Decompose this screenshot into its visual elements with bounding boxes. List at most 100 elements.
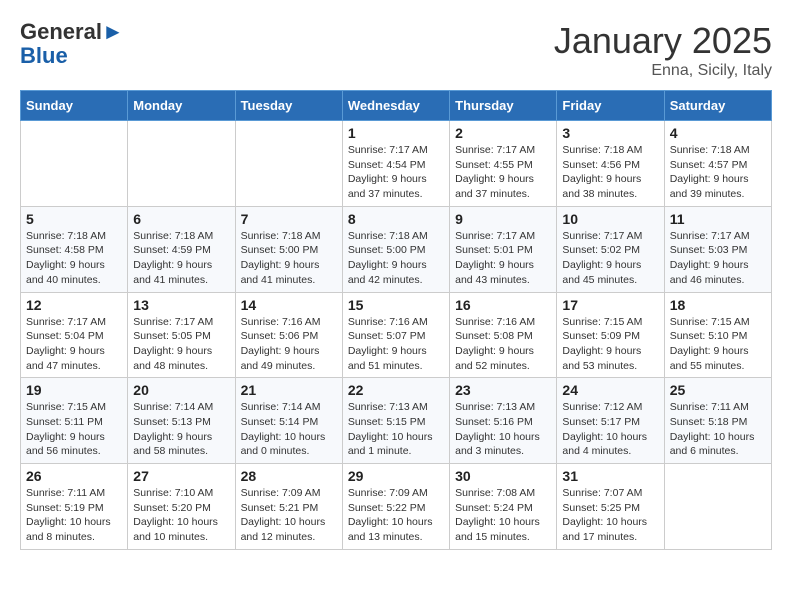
day-number: 7 [241, 211, 337, 227]
day-number: 26 [26, 468, 122, 484]
day-number: 31 [562, 468, 658, 484]
calendar-cell [664, 464, 771, 550]
day-info: Sunrise: 7:16 AM Sunset: 5:08 PM Dayligh… [455, 315, 551, 374]
day-info: Sunrise: 7:16 AM Sunset: 5:06 PM Dayligh… [241, 315, 337, 374]
calendar-cell: 18Sunrise: 7:15 AM Sunset: 5:10 PM Dayli… [664, 292, 771, 378]
weekday-header-monday: Monday [128, 91, 235, 121]
day-info: Sunrise: 7:18 AM Sunset: 5:00 PM Dayligh… [348, 229, 444, 288]
day-info: Sunrise: 7:13 AM Sunset: 5:16 PM Dayligh… [455, 400, 551, 459]
calendar-cell: 28 Sunrise: 7:09 AM Sunset: 5:21 PM Dayli… [235, 464, 342, 550]
day-info: Sunrise: 7:17 AM Sunset: 4:55 PM Dayligh… [455, 143, 551, 202]
calendar-cell: 27 Sunrise: 7:10 AM Sunset: 5:20 PM Dayli… [128, 464, 235, 550]
calendar-cell [128, 121, 235, 207]
day-info: Sunrise: 7:15 AM Sunset: 5:10 PM Dayligh… [670, 315, 766, 374]
calendar-cell: 12Sunrise: 7:17 AM Sunset: 5:04 PM Dayli… [21, 292, 128, 378]
week-row-4: 26 Sunrise: 7:11 AM Sunset: 5:19 PM Dayli… [21, 464, 772, 550]
day-info: Sunrise: 7:18 AM Sunset: 4:57 PM Dayligh… [670, 143, 766, 202]
calendar: SundayMondayTuesdayWednesdayThursdayFrid… [20, 90, 772, 550]
calendar-body: 1 Sunrise: 7:17 AM Sunset: 4:54 PM Daylig… [21, 121, 772, 550]
day-number: 24 [562, 382, 658, 398]
logo-general: General [20, 19, 102, 44]
day-info: Sunrise: 7:18 AM Sunset: 5:00 PM Dayligh… [241, 229, 337, 288]
day-info: Sunrise: 7:11 AM Sunset: 5:19 PM Dayligh… [26, 486, 122, 545]
day-info: Sunrise: 7:17 AM Sunset: 4:54 PM Dayligh… [348, 143, 444, 202]
calendar-cell: 21 Sunrise: 7:14 AM Sunset: 5:14 PM Dayli… [235, 378, 342, 464]
calendar-header: SundayMondayTuesdayWednesdayThursdayFrid… [21, 91, 772, 121]
day-number: 14 [241, 297, 337, 313]
weekday-header-saturday: Saturday [664, 91, 771, 121]
day-number: 15 [348, 297, 444, 313]
calendar-cell: 3 Sunrise: 7:18 AM Sunset: 4:56 PM Daylig… [557, 121, 664, 207]
weekday-header-tuesday: Tuesday [235, 91, 342, 121]
title-block: January 2025 Enna, Sicily, Italy [554, 20, 772, 80]
day-number: 28 [241, 468, 337, 484]
calendar-cell: 22Sunrise: 7:13 AM Sunset: 5:15 PM Dayli… [342, 378, 449, 464]
calendar-cell: 25 Sunrise: 7:11 AM Sunset: 5:18 PM Dayli… [664, 378, 771, 464]
day-number: 2 [455, 125, 551, 141]
calendar-cell: 29 Sunrise: 7:09 AM Sunset: 5:22 PM Dayli… [342, 464, 449, 550]
day-info: Sunrise: 7:18 AM Sunset: 4:59 PM Dayligh… [133, 229, 229, 288]
week-row-3: 19 Sunrise: 7:15 AM Sunset: 5:11 PM Dayli… [21, 378, 772, 464]
calendar-cell: 10Sunrise: 7:17 AM Sunset: 5:02 PM Dayli… [557, 206, 664, 292]
calendar-cell: 8 Sunrise: 7:18 AM Sunset: 5:00 PM Daylig… [342, 206, 449, 292]
calendar-cell: 23Sunrise: 7:13 AM Sunset: 5:16 PM Dayli… [450, 378, 557, 464]
weekday-header-friday: Friday [557, 91, 664, 121]
calendar-cell: 16 Sunrise: 7:16 AM Sunset: 5:08 PM Dayli… [450, 292, 557, 378]
day-number: 3 [562, 125, 658, 141]
day-info: Sunrise: 7:14 AM Sunset: 5:13 PM Dayligh… [133, 400, 229, 459]
logo-blue: Blue [20, 43, 68, 68]
day-number: 13 [133, 297, 229, 313]
day-number: 11 [670, 211, 766, 227]
weekday-header-sunday: Sunday [21, 91, 128, 121]
day-info: Sunrise: 7:17 AM Sunset: 5:03 PM Dayligh… [670, 229, 766, 288]
day-info: Sunrise: 7:16 AM Sunset: 5:07 PM Dayligh… [348, 315, 444, 374]
week-row-1: 5Sunrise: 7:18 AM Sunset: 4:58 PM Daylig… [21, 206, 772, 292]
day-number: 19 [26, 382, 122, 398]
day-number: 16 [455, 297, 551, 313]
day-info: Sunrise: 7:13 AM Sunset: 5:15 PM Dayligh… [348, 400, 444, 459]
calendar-cell: 7 Sunrise: 7:18 AM Sunset: 5:00 PM Daylig… [235, 206, 342, 292]
day-number: 4 [670, 125, 766, 141]
day-info: Sunrise: 7:15 AM Sunset: 5:11 PM Dayligh… [26, 400, 122, 459]
calendar-cell: 6 Sunrise: 7:18 AM Sunset: 4:59 PM Daylig… [128, 206, 235, 292]
calendar-cell: 9 Sunrise: 7:17 AM Sunset: 5:01 PM Daylig… [450, 206, 557, 292]
calendar-cell: 26 Sunrise: 7:11 AM Sunset: 5:19 PM Dayli… [21, 464, 128, 550]
calendar-cell [235, 121, 342, 207]
day-info: Sunrise: 7:10 AM Sunset: 5:20 PM Dayligh… [133, 486, 229, 545]
week-row-0: 1 Sunrise: 7:17 AM Sunset: 4:54 PM Daylig… [21, 121, 772, 207]
calendar-cell: 15 Sunrise: 7:16 AM Sunset: 5:07 PM Dayli… [342, 292, 449, 378]
day-info: Sunrise: 7:17 AM Sunset: 5:05 PM Dayligh… [133, 315, 229, 374]
weekday-header-wednesday: Wednesday [342, 91, 449, 121]
day-info: Sunrise: 7:14 AM Sunset: 5:14 PM Dayligh… [241, 400, 337, 459]
day-number: 30 [455, 468, 551, 484]
day-info: Sunrise: 7:09 AM Sunset: 5:21 PM Dayligh… [241, 486, 337, 545]
day-info: Sunrise: 7:15 AM Sunset: 5:09 PM Dayligh… [562, 315, 658, 374]
day-info: Sunrise: 7:11 AM Sunset: 5:18 PM Dayligh… [670, 400, 766, 459]
calendar-cell: 24Sunrise: 7:12 AM Sunset: 5:17 PM Dayli… [557, 378, 664, 464]
day-number: 10 [562, 211, 658, 227]
logo: General► Blue [20, 20, 124, 68]
day-number: 9 [455, 211, 551, 227]
page-header: General► Blue January 2025 Enna, Sicily,… [20, 20, 772, 80]
day-info: Sunrise: 7:08 AM Sunset: 5:24 PM Dayligh… [455, 486, 551, 545]
calendar-cell: 1 Sunrise: 7:17 AM Sunset: 4:54 PM Daylig… [342, 121, 449, 207]
month-year: January 2025 [554, 20, 772, 62]
calendar-cell: 14 Sunrise: 7:16 AM Sunset: 5:06 PM Dayli… [235, 292, 342, 378]
calendar-cell: 17 Sunrise: 7:15 AM Sunset: 5:09 PM Dayli… [557, 292, 664, 378]
day-number: 29 [348, 468, 444, 484]
day-number: 25 [670, 382, 766, 398]
day-number: 27 [133, 468, 229, 484]
day-info: Sunrise: 7:09 AM Sunset: 5:22 PM Dayligh… [348, 486, 444, 545]
day-info: Sunrise: 7:18 AM Sunset: 4:56 PM Dayligh… [562, 143, 658, 202]
day-number: 1 [348, 125, 444, 141]
day-info: Sunrise: 7:17 AM Sunset: 5:01 PM Dayligh… [455, 229, 551, 288]
calendar-cell [21, 121, 128, 207]
day-number: 6 [133, 211, 229, 227]
day-number: 8 [348, 211, 444, 227]
calendar-cell: 2 Sunrise: 7:17 AM Sunset: 4:55 PM Daylig… [450, 121, 557, 207]
day-number: 17 [562, 297, 658, 313]
calendar-cell: 13 Sunrise: 7:17 AM Sunset: 5:05 PM Dayli… [128, 292, 235, 378]
day-number: 21 [241, 382, 337, 398]
day-number: 12 [26, 297, 122, 313]
calendar-cell: 19 Sunrise: 7:15 AM Sunset: 5:11 PM Dayli… [21, 378, 128, 464]
